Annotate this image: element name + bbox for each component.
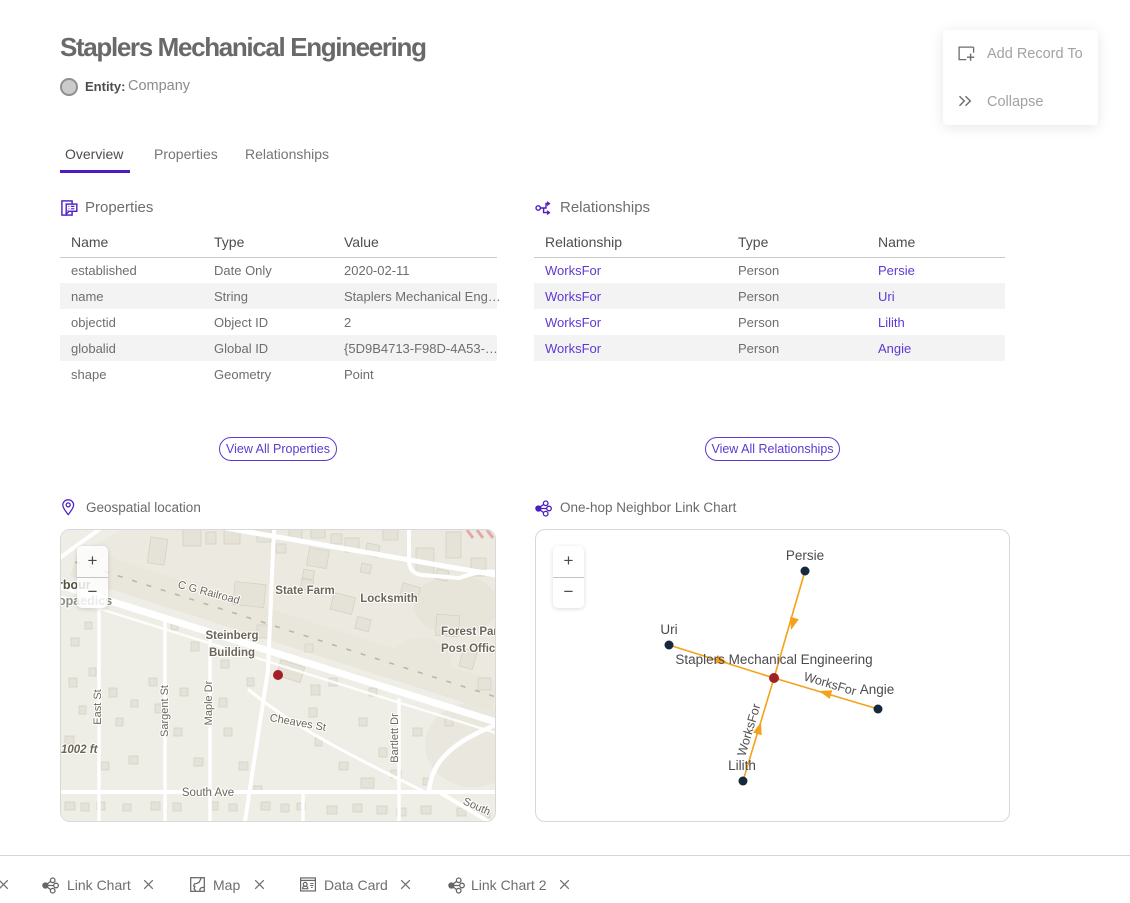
svg-text:Bartlett Dr: Bartlett Dr bbox=[389, 713, 401, 763]
svg-text:Uri: Uri bbox=[660, 622, 677, 637]
svg-text:Forest Par: Forest Par bbox=[441, 626, 495, 638]
svg-text:Lilith: Lilith bbox=[728, 758, 756, 773]
svg-text:Persie: Persie bbox=[786, 548, 824, 563]
svg-text:East St: East St bbox=[92, 689, 104, 724]
svg-text:South Ave: South Ave bbox=[182, 787, 234, 799]
svg-text:Sargent St: Sargent St bbox=[159, 685, 171, 737]
svg-text:Staplers Mechanical Engineerin: Staplers Mechanical Engineering bbox=[675, 652, 872, 667]
svg-text:Post Offic: Post Offic bbox=[441, 643, 495, 655]
svg-text:Maple Dr: Maple Dr bbox=[203, 680, 215, 725]
svg-text:Locksmith: Locksmith bbox=[360, 593, 418, 605]
svg-text:Angie: Angie bbox=[860, 682, 895, 697]
svg-text:Building: Building bbox=[209, 647, 255, 659]
svg-text:Steinberg: Steinberg bbox=[205, 630, 258, 642]
svg-text:1002 ft: 1002 ft bbox=[61, 744, 99, 756]
svg-text:State Farm: State Farm bbox=[275, 585, 334, 597]
